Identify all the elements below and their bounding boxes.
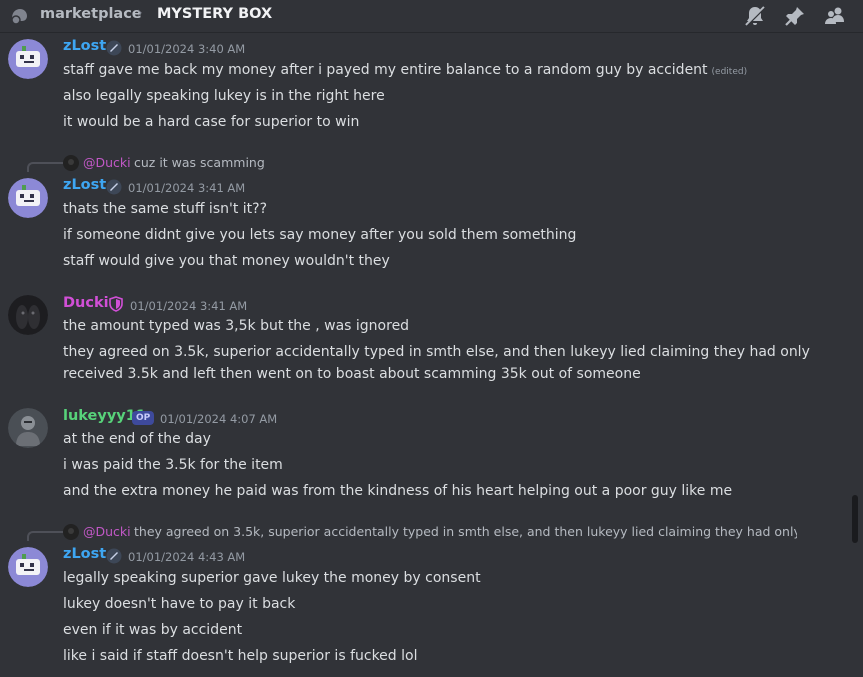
reply-avatar[interactable] bbox=[63, 155, 79, 171]
message-author[interactable]: zLost bbox=[63, 177, 106, 193]
message-line: at the end of the day bbox=[63, 431, 211, 447]
message-line: received 3.5k and left then went on to b… bbox=[63, 366, 641, 382]
avatar[interactable] bbox=[8, 39, 48, 79]
message-list[interactable]: zLost 01/01/2024 3:40 AM staff gave me b… bbox=[0, 33, 848, 677]
message-timestamp[interactable]: 01/01/2024 3:40 AM bbox=[128, 42, 245, 56]
message-author[interactable]: zLost bbox=[63, 546, 106, 562]
shield-icon bbox=[109, 296, 123, 312]
message-line: legally speaking superior gave lukey the… bbox=[63, 570, 481, 586]
message-line: lukey doesn't have to pay it back bbox=[63, 596, 296, 612]
reply-author[interactable]: @Ducki bbox=[83, 155, 131, 170]
message-timestamp[interactable]: 01/01/2024 3:41 AM bbox=[130, 299, 247, 313]
role-badge-icon bbox=[106, 548, 122, 564]
message-timestamp[interactable]: 01/01/2024 4:07 AM bbox=[160, 412, 277, 426]
message-line: it would be a hard case for superior to … bbox=[63, 114, 360, 130]
message-author[interactable]: zLost bbox=[63, 38, 106, 54]
message-line: the amount typed was 3,5k but the , was … bbox=[63, 318, 410, 334]
message-timestamp[interactable]: 01/01/2024 4:43 AM bbox=[128, 550, 245, 564]
thread-title: MYSTERY BOX bbox=[157, 6, 273, 22]
scrollbar[interactable] bbox=[848, 33, 863, 677]
message-line: like i said if staff doesn't help superi… bbox=[63, 648, 418, 664]
members-icon[interactable] bbox=[824, 5, 846, 27]
channel-header: marketplace › MYSTERY BOX bbox=[0, 0, 863, 33]
avatar[interactable] bbox=[8, 295, 48, 335]
message-author[interactable]: Ducki bbox=[63, 295, 109, 311]
avatar[interactable] bbox=[8, 178, 48, 218]
reply-preview-text[interactable]: cuz it was scamming bbox=[134, 155, 434, 170]
message-line: and the extra money he paid was from the… bbox=[63, 483, 733, 499]
reply-spine bbox=[27, 531, 65, 541]
message-line: staff would give you that money wouldn't… bbox=[63, 253, 390, 269]
breadcrumb-separator: › bbox=[137, 5, 143, 21]
op-badge: OP bbox=[132, 411, 155, 425]
thread-notifications-muted-icon[interactable] bbox=[744, 5, 766, 27]
reply-author[interactable]: @Ducki bbox=[83, 524, 131, 539]
avatar[interactable] bbox=[8, 408, 48, 448]
role-badge-icon bbox=[106, 179, 122, 195]
message-line: if someone didnt give you lets say money… bbox=[63, 227, 577, 243]
avatar[interactable] bbox=[8, 547, 48, 587]
message-line: thats the same stuff isn't it?? bbox=[63, 201, 268, 217]
message-line: i was paid the 3.5k for the item bbox=[63, 457, 283, 473]
message-timestamp[interactable]: 01/01/2024 3:41 AM bbox=[128, 181, 245, 195]
reply-spine bbox=[27, 162, 65, 172]
message-line: staff gave me back my money after i paye… bbox=[63, 62, 747, 78]
message-line: they agreed on 3.5k, superior accidental… bbox=[63, 344, 810, 360]
breadcrumb-parent-channel[interactable]: marketplace bbox=[40, 6, 142, 22]
message-text: staff gave me back my money after i paye… bbox=[63, 62, 708, 78]
edited-label: (edited) bbox=[711, 67, 748, 77]
scrollbar-thumb[interactable] bbox=[852, 495, 858, 543]
message-line: also legally speaking lukey is in the ri… bbox=[63, 88, 385, 104]
role-badge-icon bbox=[106, 40, 122, 56]
reply-avatar[interactable] bbox=[63, 524, 79, 540]
forum-thread-icon bbox=[11, 9, 27, 25]
pin-icon[interactable] bbox=[784, 5, 806, 27]
message-line: even if it was by accident bbox=[63, 622, 243, 638]
reply-preview-text[interactable]: they agreed on 3.5k, superior accidental… bbox=[134, 524, 797, 539]
